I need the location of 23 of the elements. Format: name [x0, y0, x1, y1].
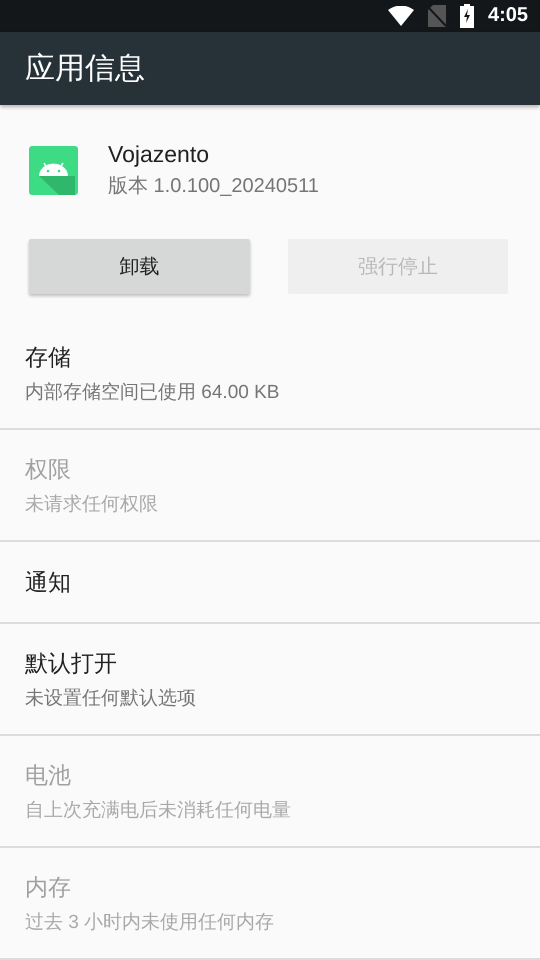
settings-item[interactable]: 默认打开 未设置任何默认选项 — [0, 624, 540, 736]
no-sim-icon — [428, 4, 446, 27]
item-title: 电池 — [25, 760, 72, 790]
settings-item[interactable]: 存储 内部存储空间已使用 64.00 KB — [0, 318, 540, 430]
item-summary: 未请求任何权限 — [25, 492, 159, 516]
item-title: 通知 — [25, 568, 72, 596]
wifi-icon — [388, 6, 414, 26]
status-time: 4:05 — [488, 4, 528, 28]
item-summary: 内部存储空间已使用 64.00 KB — [25, 380, 280, 404]
action-button[interactable]: 卸载 — [29, 239, 250, 294]
app-name: Vojazento — [108, 141, 210, 168]
item-title: 内存 — [25, 872, 72, 902]
item-title: 存储 — [25, 342, 72, 372]
settings-item[interactable]: 通知 — [0, 542, 540, 624]
item-summary: 过去 3 小时内未使用任何内存 — [25, 910, 276, 934]
screen-title: 应用信息 — [25, 50, 145, 87]
item-title: 权限 — [25, 454, 72, 484]
battery-charging-icon — [460, 4, 474, 28]
item-summary: 自上次充满电后未消耗任何电量 — [25, 798, 292, 822]
item-summary: 未设置任何默认选项 — [25, 686, 197, 710]
item-title: 默认打开 — [25, 648, 118, 678]
app-version: 版本 1.0.100_20240511 — [108, 174, 319, 199]
android-app-icon — [29, 146, 78, 194]
